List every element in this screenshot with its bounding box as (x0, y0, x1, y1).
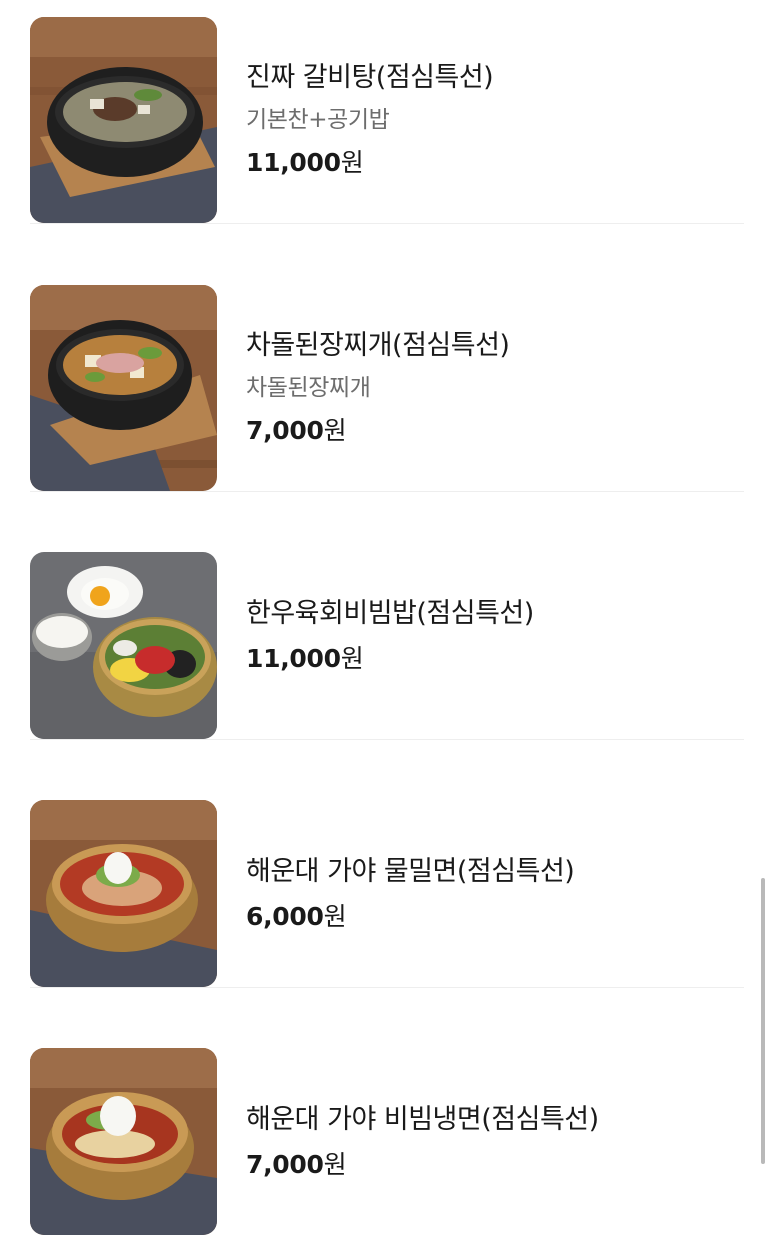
menu-item-description: 기본찬+공기밥 (246, 107, 390, 133)
doenjang-jjigae-photo (30, 285, 217, 491)
menu-item-price: 11,000원 (246, 146, 493, 180)
price-value: 7,000 (246, 416, 324, 445)
menu-item-doenjang-jjigae[interactable]: 차돌된장찌개(점심특선) 차돌된장찌개 7,000원 (30, 285, 744, 492)
menu-item-price: 7,000원 (246, 1148, 599, 1182)
price-value: 7,000 (246, 1149, 324, 1179)
menu-item-price: 11,000원 (246, 642, 534, 676)
scrollbar[interactable] (761, 878, 765, 1164)
price-value: 11,000 (246, 148, 341, 177)
menu-item-price: 7,000원 (246, 414, 509, 448)
mul-milmyeon-photo (30, 800, 217, 987)
menu-item-name: 한우육회비빔밥(점심특선) (246, 598, 534, 629)
menu-item-mul-milmyeon[interactable]: 해운대 가야 물밀면(점심특선) 6,000원 (30, 800, 744, 988)
price-currency: 원 (323, 416, 347, 445)
galbitang-photo (30, 17, 217, 223)
menu-item-galbitang[interactable]: 진짜 갈비탕(점심특선) 기본찬+공기밥 11,000원 (30, 17, 744, 224)
menu-item-name: 진짜 갈비탕(점심특선) (246, 62, 494, 93)
menu-item-info: 해운대 가야 물밀면(점심특선) 6,000원 (246, 854, 575, 934)
menu-list: 진짜 갈비탕(점심특선) 기본찬+공기밥 11,000원 차돌된장찌개(점심특선… (0, 0, 773, 1252)
menu-item-info: 진짜 갈비탕(점심특선) 기본찬+공기밥 11,000원 (246, 60, 494, 180)
menu-item-price: 6,000원 (246, 900, 574, 934)
menu-item-info: 해운대 가야 비빔냉면(점심특선) 7,000원 (246, 1102, 599, 1182)
menu-item-bibim-naengmyeon[interactable]: 해운대 가야 비빔냉면(점심특선) 7,000원 (30, 1048, 744, 1235)
price-currency: 원 (323, 1149, 347, 1179)
menu-item-info: 차돌된장찌개(점심특선) 차돌된장찌개 7,000원 (246, 328, 510, 448)
menu-item-description: 차돌된장찌개 (246, 375, 371, 401)
menu-item-name: 차돌된장찌개(점심특선) (246, 330, 510, 361)
bibim-naengmyeon-photo (30, 1048, 217, 1235)
yukhoe-bibimbap-photo (30, 552, 217, 739)
price-value: 6,000 (246, 901, 324, 931)
menu-item-name: 해운대 가야 물밀면(점심특선) (246, 855, 575, 887)
menu-item-yukhoe-bibimbap[interactable]: 한우육회비빔밥(점심특선) 11,000원 (30, 533, 744, 740)
price-currency: 원 (340, 148, 364, 177)
price-currency: 원 (340, 644, 364, 673)
menu-item-info: 한우육회비빔밥(점심특선) 11,000원 (246, 596, 534, 676)
price-currency: 원 (323, 901, 347, 931)
price-value: 11,000 (246, 644, 341, 673)
menu-item-name: 해운대 가야 비빔냉면(점심특선) (246, 1103, 599, 1135)
